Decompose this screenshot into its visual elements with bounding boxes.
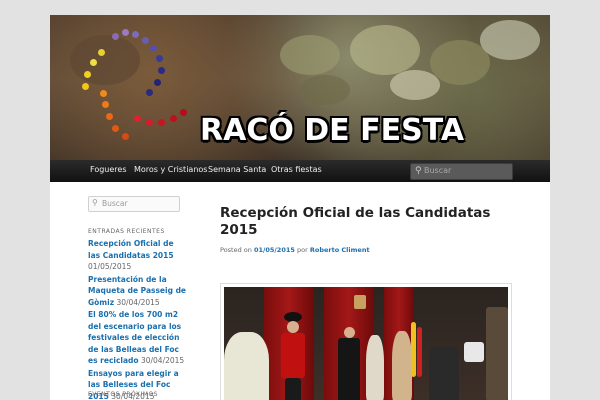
dark-suit [338,338,360,400]
nav-search-placeholder: Buscar [424,166,452,175]
flower-arrangement [224,332,269,400]
header-banner[interactable]: RACÓ DE FESTA [50,15,550,160]
trousers [285,378,301,400]
article-meta: Posted on 01/05/2015 por Roberto Climent [220,246,370,254]
festive-dress [392,331,412,400]
article-photo[interactable] [220,283,512,400]
head [344,327,355,338]
list-item: Recepción Oficial de las Candidatas 2015… [88,238,188,273]
site-title[interactable]: RACÓ DE FESTA [200,113,464,148]
events-heading: EVENTOS PRÓXIMOS [88,391,158,398]
nav-item-moros-y-cristianos[interactable]: Moros y Cristianos [134,165,207,174]
by-label: por [296,246,308,254]
head [287,321,299,333]
sidebar-search-input[interactable]: ⚲ Buscar [88,196,180,212]
posted-on-label: Posted on [220,246,252,254]
recent-post-date: 30/04/2015 [116,297,160,307]
page-container: RACÓ DE FESTA Fogueres Moros y Cristiano… [50,15,550,400]
article-author-link[interactable]: Roberto Climent [310,246,370,254]
nav-search-input[interactable]: ⚲ Buscar [410,163,513,180]
red-jacket [281,333,305,378]
recent-posts-list: Recepción Oficial de las Candidatas 2015… [88,238,188,400]
nav-item-semana-santa[interactable]: Semana Santa [208,165,266,174]
podium [464,342,484,362]
nav-item-otras-fiestas[interactable]: Otras fiestas [271,165,322,174]
recent-post-date: 01/05/2015 [88,262,132,271]
festive-dress [366,335,384,400]
recent-post-date: 30/04/2015 [140,356,185,365]
flag [411,322,416,377]
nav-item-fogueres[interactable]: Fogueres [90,165,126,174]
list-item: Presentación de la Maqueta de Passeig de… [88,274,188,309]
search-icon: ⚲ [415,166,422,176]
flag [417,327,422,377]
coat-of-arms [354,295,366,309]
stage-wall [486,307,508,400]
article-title[interactable]: Recepción Oficial de las Candidatas 2015 [220,205,520,239]
recent-posts-heading: ENTRADAS RECIENTES [88,228,165,235]
list-item: El 80% de los 700 m2 del escenario para … [88,309,188,367]
search-icon: ⚲ [92,198,98,207]
stage-image [224,287,508,400]
sidebar-search-placeholder: Buscar [102,199,128,208]
person [429,347,459,400]
article-date-link[interactable]: 01/05/2015 [254,246,295,254]
recent-post-link[interactable]: Recepción Oficial de las Candidatas 2015 [88,239,174,260]
